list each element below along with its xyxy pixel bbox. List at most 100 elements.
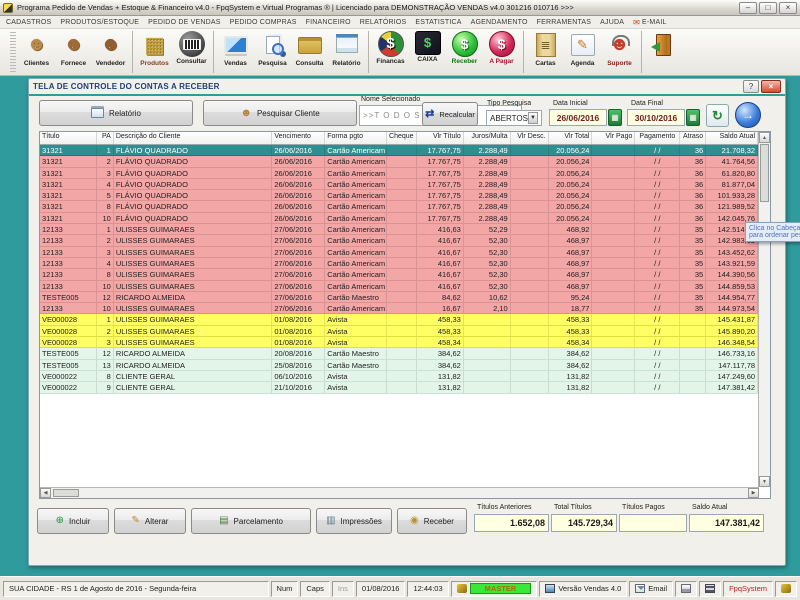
column-header-pa[interactable]: PA bbox=[97, 132, 114, 144]
close-button[interactable] bbox=[779, 2, 797, 14]
alterar-button[interactable]: ✎Alterar bbox=[114, 508, 186, 534]
table-row[interactable]: 121334ULISSES GUIMARAES27/06/2016Cartão … bbox=[40, 258, 758, 269]
toolbar-exit-icon[interactable] bbox=[645, 29, 682, 75]
toolbar-drag-handle[interactable] bbox=[10, 32, 16, 72]
toolbar-consultar[interactable]: Consultar bbox=[173, 29, 210, 75]
maximize-button[interactable] bbox=[759, 2, 777, 14]
table-row[interactable]: 313214FLÁVIO QUADRADO26/06/2016Cartão Am… bbox=[40, 179, 758, 190]
window-titlebar[interactable]: Programa Pedido de Vendas + Estoque & Fi… bbox=[0, 0, 800, 16]
calendar-icon[interactable] bbox=[686, 109, 700, 126]
table-row[interactable]: 121332ULISSES GUIMARAES27/06/2016Cartão … bbox=[40, 235, 758, 246]
column-header-cheque[interactable]: Cheque bbox=[387, 132, 417, 144]
toolbar-produtos[interactable]: Produtos bbox=[136, 29, 173, 75]
scroll-left-icon[interactable]: ◀ bbox=[40, 488, 51, 498]
scroll-down-icon[interactable]: ▼ bbox=[759, 476, 770, 487]
menu-relat-rios[interactable]: RELATÓRIOS bbox=[360, 19, 407, 26]
column-header-descri-o-do-cliente[interactable]: Descrição do Cliente bbox=[114, 132, 273, 144]
menu-ajuda[interactable]: AJUDA bbox=[600, 19, 624, 26]
grid-horizontal-scrollbar[interactable]: ◀ ▶ bbox=[40, 487, 759, 498]
table-row[interactable]: 313215FLÁVIO QUADRADO26/06/2016Cartão Am… bbox=[40, 190, 758, 201]
toolbar-relat-rio[interactable]: Relatório bbox=[328, 29, 365, 75]
grid-vertical-scrollbar[interactable]: ▲ ▼ bbox=[758, 132, 770, 487]
toolbar-vendas[interactable]: Vendas bbox=[217, 29, 254, 75]
toolbar-financas[interactable]: Financas bbox=[372, 29, 409, 75]
column-header-juros-multa[interactable]: Juros/Multa bbox=[464, 132, 511, 144]
table-row[interactable]: 313211FLÁVIO QUADRADO26/06/2016Cartão Am… bbox=[40, 145, 758, 156]
mail-icon: ✉ bbox=[633, 18, 640, 27]
column-header-atraso[interactable]: Atraso bbox=[680, 132, 706, 144]
table-row[interactable]: 313213FLÁVIO QUADRADO26/06/2016Cartão Am… bbox=[40, 168, 758, 179]
table-row[interactable]: TESTE00513RICARDO ALMEIDA25/08/2016Cartã… bbox=[40, 360, 758, 371]
toolbar-a-pagar[interactable]: A Pagar bbox=[483, 29, 520, 75]
column-header-vlr-total[interactable]: Vlr Total bbox=[549, 132, 593, 144]
pesquisar-cliente-button[interactable]: ☻ Pesquisar Cliente bbox=[203, 100, 357, 126]
key-shortcut[interactable] bbox=[775, 581, 797, 597]
column-header-vlr-desc[interactable]: Vlr Desc. bbox=[511, 132, 549, 144]
menu-ferramentas[interactable]: FERRAMENTAS bbox=[537, 19, 592, 26]
column-header-t-tulo[interactable]: Título bbox=[40, 132, 97, 144]
parcelamento-button[interactable]: ▤Parcelamento bbox=[191, 508, 311, 534]
toolbar-caixa[interactable]: CAIXA bbox=[409, 29, 446, 75]
toolbar-vendedor[interactable]: Vendedor bbox=[92, 29, 129, 75]
table-row[interactable]: 121333ULISSES GUIMARAES27/06/2016Cartão … bbox=[40, 247, 758, 258]
network-shortcut[interactable] bbox=[699, 581, 721, 597]
toolbar-consulta[interactable]: Consulta bbox=[291, 29, 328, 75]
toolbar-pesquisa[interactable]: Pesquisa bbox=[254, 29, 291, 75]
table-row[interactable]: 3132110FLÁVIO QUADRADO26/06/2016Cartão A… bbox=[40, 213, 758, 224]
table-row[interactable]: 1213310ULISSES GUIMARAES27/06/2016Cartão… bbox=[40, 303, 758, 314]
recalcular-button[interactable]: ⇄ Recalcular bbox=[422, 102, 478, 126]
scroll-thumb[interactable] bbox=[760, 144, 769, 202]
menu-cadastros[interactable]: CADASTROS bbox=[6, 19, 51, 26]
menu-pedido-de-vendas[interactable]: PEDIDO DE VENDAS bbox=[148, 19, 220, 26]
refresh-button[interactable] bbox=[706, 104, 729, 127]
panel-help-button[interactable] bbox=[743, 80, 759, 93]
calendar-icon[interactable] bbox=[608, 109, 622, 126]
go-arrow-button[interactable] bbox=[735, 102, 761, 128]
scroll-up-icon[interactable]: ▲ bbox=[759, 132, 770, 143]
toolbar-receber[interactable]: Receber bbox=[446, 29, 483, 75]
minimize-button[interactable] bbox=[739, 2, 757, 14]
data-inicial-input[interactable]: 26/06/2016 bbox=[549, 109, 607, 126]
scroll-thumb[interactable] bbox=[53, 489, 79, 497]
menu-pedido-compras[interactable]: PEDIDO COMPRAS bbox=[230, 19, 297, 26]
table-row[interactable]: TESTE00512RICARDO ALMEIDA27/06/2016Cartã… bbox=[40, 292, 758, 303]
scroll-right-icon[interactable]: ▶ bbox=[748, 488, 759, 498]
column-header-pagamento[interactable]: Pagamento bbox=[635, 132, 680, 144]
table-row[interactable]: VE0000283ULISSES GUIMARAES01/08/2016Avis… bbox=[40, 337, 758, 348]
table-row[interactable]: 121338ULISSES GUIMARAES27/06/2016Cartão … bbox=[40, 269, 758, 280]
table-row[interactable]: 313218FLÁVIO QUADRADO26/06/2016Cartão Am… bbox=[40, 201, 758, 212]
table-cell: 145.431,87 bbox=[706, 314, 758, 325]
column-header-vlr-t-tulo[interactable]: Vlr Título bbox=[417, 132, 464, 144]
column-header-saldo-atual[interactable]: Saldo Atual bbox=[706, 132, 758, 144]
menu-financeiro[interactable]: FINANCEIRO bbox=[306, 19, 351, 26]
table-row[interactable]: VE0000281ULISSES GUIMARAES01/08/2016Avis… bbox=[40, 314, 758, 325]
incluir-button[interactable]: ⊕Incluir bbox=[37, 508, 109, 534]
table-row[interactable]: 1213310ULISSES GUIMARAES27/06/2016Cartão… bbox=[40, 281, 758, 292]
data-final-input[interactable]: 30/10/2016 bbox=[627, 109, 685, 126]
table-row[interactable]: VE0000229CLIENTE GERAL21/10/2016Avista13… bbox=[40, 382, 758, 393]
menu-email[interactable]: ✉E-MAIL bbox=[633, 18, 666, 27]
column-header-forma-pgto[interactable]: Forma pgto bbox=[325, 132, 387, 144]
receber-button[interactable]: ◉Receber bbox=[397, 508, 467, 534]
panel-close-button[interactable] bbox=[761, 80, 781, 93]
email-shortcut[interactable]: Email bbox=[629, 581, 673, 597]
relatorio-button[interactable]: Relatório bbox=[39, 100, 193, 126]
printer-shortcut[interactable] bbox=[675, 581, 697, 597]
column-header-vlr-pago[interactable]: Vlr Pago bbox=[592, 132, 635, 144]
toolbar-cartas[interactable]: Cartas bbox=[527, 29, 564, 75]
tipo-pesquisa-select[interactable]: ABERTOS ▼ bbox=[486, 110, 542, 126]
menu-agendamento[interactable]: AGENDAMENTO bbox=[471, 19, 528, 26]
table-row[interactable]: TESTE00512RICARDO ALMEIDA20/08/2016Cartã… bbox=[40, 348, 758, 359]
menu-produtos-estoque[interactable]: PRODUTOS/ESTOQUE bbox=[60, 19, 139, 26]
toolbar-fornece[interactable]: Fornece bbox=[55, 29, 92, 75]
table-row[interactable]: 313212FLÁVIO QUADRADO26/06/2016Cartão Am… bbox=[40, 156, 758, 167]
menu-estatistica[interactable]: ESTATISTICA bbox=[415, 19, 461, 26]
column-header-vencimento[interactable]: Vencimento bbox=[272, 132, 325, 144]
table-row[interactable]: 121331ULISSES GUIMARAES27/06/2016Cartão … bbox=[40, 224, 758, 235]
toolbar-clientes[interactable]: Clientes bbox=[18, 29, 55, 75]
toolbar-suporte[interactable]: Suporte bbox=[601, 29, 638, 75]
table-row[interactable]: VE0000228CLIENTE GERAL06/10/2016Avista13… bbox=[40, 371, 758, 382]
table-row[interactable]: VE0000282ULISSES GUIMARAES01/08/2016Avis… bbox=[40, 326, 758, 337]
impress-es-button[interactable]: ▥Impressões bbox=[316, 508, 392, 534]
toolbar-agenda[interactable]: Agenda bbox=[564, 29, 601, 75]
